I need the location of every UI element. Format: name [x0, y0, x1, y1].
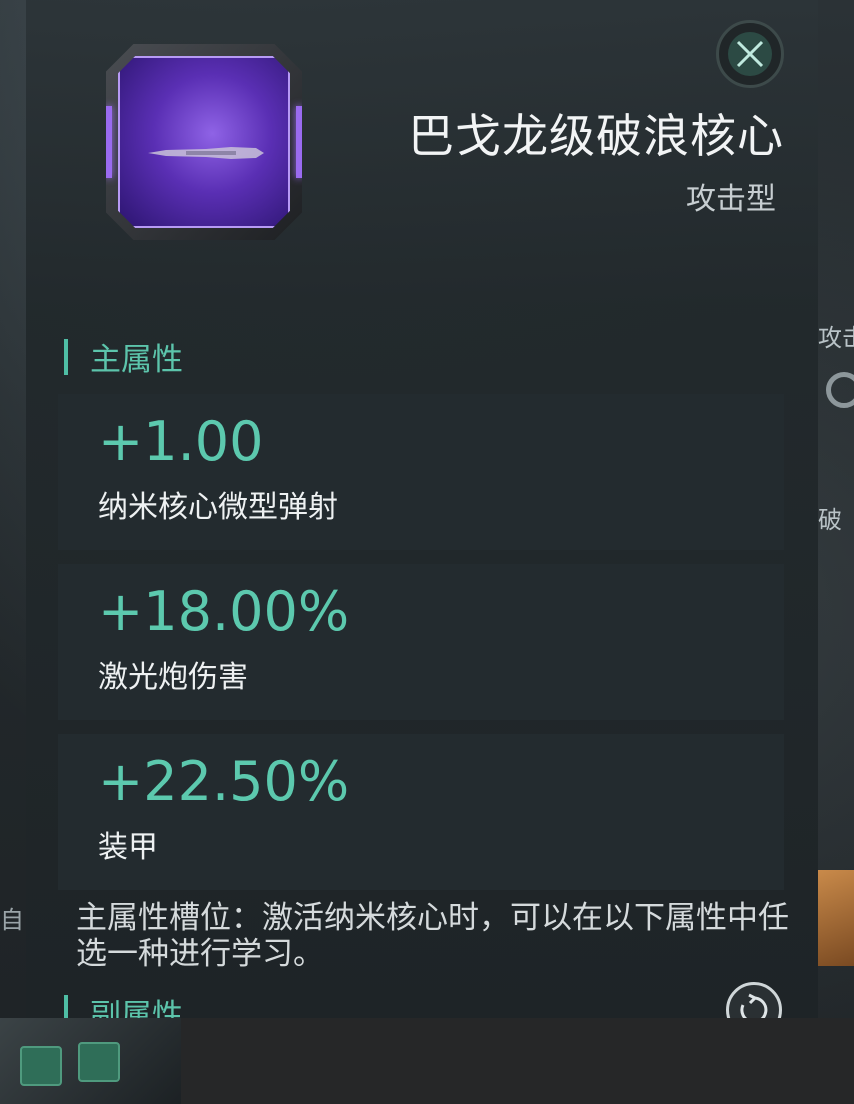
- main-attributes-header: 主属性: [64, 334, 183, 379]
- card-icon: [78, 1042, 120, 1082]
- background-text-break: 破: [818, 506, 842, 534]
- section-title: 副属性: [90, 998, 183, 1018]
- icon-glow-right: [296, 106, 302, 178]
- stat-value: +22.50%: [98, 750, 350, 813]
- stat-card: +18.00% 激光炮伤害: [58, 564, 784, 720]
- sub-attributes-header: 副属性: [64, 990, 183, 1018]
- stat-card: +1.00 纳米核心微型弹射: [58, 394, 784, 550]
- stat-card: +22.50% 装甲: [58, 734, 784, 890]
- item-detail-panel: 巴戈龙级破浪核心 攻击型 主属性 +1.00 纳米核心微型弹射 +18.00% …: [26, 0, 818, 1018]
- stat-value: +18.00%: [98, 580, 350, 643]
- icon-frame-inner: [118, 56, 290, 228]
- close-button[interactable]: [716, 20, 784, 88]
- refresh-button[interactable]: [726, 982, 782, 1018]
- item-type: 攻击型: [686, 182, 776, 217]
- background-target-icon: [826, 372, 854, 408]
- stat-label: 纳米核心微型弹射: [98, 490, 338, 525]
- section-title: 主属性: [90, 342, 183, 378]
- close-icon: [728, 32, 772, 76]
- section-marker: [64, 338, 68, 375]
- background-text-left: 自: [0, 906, 24, 934]
- bottom-item-thumbnail[interactable]: [0, 1018, 181, 1104]
- ship-silhouette-icon: [148, 147, 264, 159]
- item-title: 巴戈龙级破浪核心: [408, 109, 784, 163]
- background-item-thumbnail: [818, 870, 854, 966]
- battleship-core-icon: [106, 44, 302, 240]
- refresh-icon: [740, 993, 768, 1018]
- section-marker: [64, 994, 68, 1018]
- main-attribute-slot-note: 主属性槽位：激活纳米核心时，可以在以下属性中任选一种进行学习。: [76, 900, 789, 972]
- stat-label: 激光炮伤害: [98, 660, 248, 695]
- stat-label: 装甲: [98, 830, 158, 865]
- background-text-attack: 攻击: [818, 324, 854, 352]
- card-icon: [20, 1046, 62, 1086]
- stat-value: +1.00: [98, 410, 264, 473]
- icon-glow-left: [106, 106, 112, 178]
